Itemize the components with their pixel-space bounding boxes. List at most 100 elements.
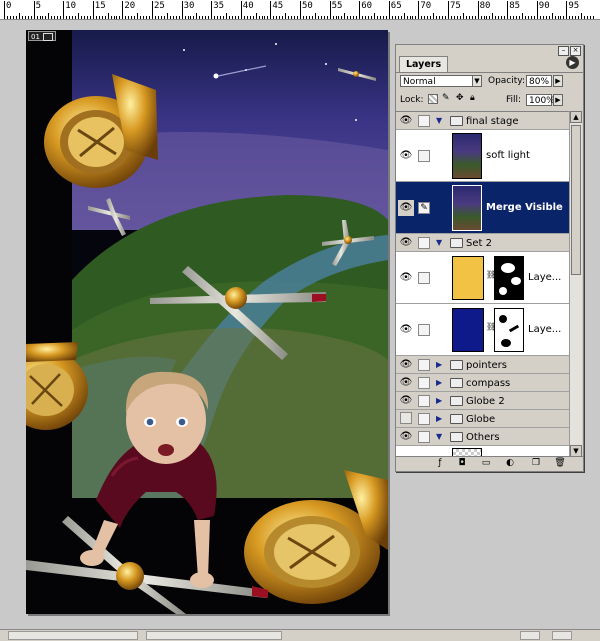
new-layer-icon[interactable]: ❐ bbox=[530, 458, 542, 469]
new-set-icon[interactable]: ▭ bbox=[480, 458, 492, 469]
ruler-tick bbox=[371, 16, 373, 19]
layer-set-final-stage[interactable]: 👁︎ ▼ final stage bbox=[396, 112, 569, 130]
expand-triangle-right-icon[interactable]: ▶ bbox=[436, 378, 442, 387]
layer-set-globe[interactable]: ▶ Globe bbox=[396, 410, 569, 428]
scrollbar-thumb[interactable] bbox=[571, 125, 581, 275]
ruler-tick bbox=[590, 16, 592, 19]
fill-slider-arrow-icon[interactable]: ▶ bbox=[553, 94, 563, 106]
ruler-tick bbox=[72, 16, 74, 19]
ruler-tick bbox=[305, 16, 307, 19]
horizontal-ruler[interactable]: 0 5 10 15 20 25 30 35 40 45 50 55 60 65 70 75 80 85 90 95 bbox=[0, 0, 600, 20]
expand-triangle-down-icon[interactable]: ▼ bbox=[436, 238, 442, 247]
ruler-tick bbox=[12, 16, 14, 19]
link-box[interactable] bbox=[418, 359, 430, 371]
ruler-tick bbox=[498, 16, 500, 19]
ruler-label: 0 bbox=[6, 1, 12, 11]
ruler-tick bbox=[465, 16, 467, 19]
lock-brush-icon[interactable]: ✎ bbox=[442, 93, 450, 103]
layer-merge-visible[interactable]: 👁︎ ✎ Merge Visible bbox=[396, 182, 569, 234]
lock-all-icon[interactable]: 🔒︎ bbox=[470, 93, 475, 103]
ruler-tick bbox=[542, 16, 544, 19]
trash-icon[interactable]: 🗑︎ bbox=[554, 458, 566, 469]
scroll-up-icon[interactable]: ▲ bbox=[570, 111, 582, 123]
ruler-tick bbox=[504, 16, 506, 19]
visibility-eye-icon[interactable]: 👁︎ bbox=[398, 429, 414, 445]
brush-icon[interactable]: ✎ bbox=[418, 202, 430, 214]
layer-list-scrollbar[interactable]: ▲ ▼ bbox=[569, 111, 582, 457]
link-box[interactable] bbox=[418, 395, 430, 407]
visibility-eye-icon[interactable]: 👁︎ bbox=[398, 375, 414, 391]
ruler-tick bbox=[468, 16, 470, 19]
layer-adjustment-yellow[interactable]: 👁︎ ⛓︎ Laye... bbox=[396, 252, 569, 304]
layer-set-set-2[interactable]: 👁︎ ▼ Set 2 bbox=[396, 234, 569, 252]
new-adjustment-layer-icon[interactable]: ◐ bbox=[504, 458, 516, 469]
expand-triangle-down-icon[interactable]: ▼ bbox=[436, 116, 442, 125]
lock-move-icon[interactable]: ✥ bbox=[456, 93, 464, 103]
fill-field[interactable]: 100% bbox=[526, 94, 555, 106]
ruler-tick bbox=[211, 1, 213, 19]
blend-mode-select[interactable]: Normal bbox=[400, 75, 474, 87]
ruler-label: 10 bbox=[65, 1, 77, 11]
expand-triangle-right-icon[interactable]: ▶ bbox=[436, 414, 442, 423]
add-mask-icon[interactable]: ◘ bbox=[456, 458, 468, 469]
ruler-tick bbox=[486, 16, 488, 19]
layer-set-others[interactable]: 👁︎ ▼ Others bbox=[396, 428, 569, 446]
layer-name: pointers bbox=[466, 360, 507, 371]
visibility-eye-icon[interactable]: 👁︎ bbox=[398, 200, 414, 216]
ruler-label: 70 bbox=[420, 1, 432, 11]
link-box[interactable] bbox=[418, 431, 430, 443]
status-segment bbox=[552, 631, 572, 640]
ruler-tick bbox=[439, 16, 441, 19]
link-box[interactable] bbox=[418, 377, 430, 389]
ruler-tick bbox=[519, 16, 521, 19]
folder-icon bbox=[450, 116, 463, 126]
visibility-eye-icon[interactable]: 👁︎ bbox=[398, 357, 414, 373]
layer-adjustment-blue[interactable]: 👁︎ ⛓︎ Laye... bbox=[396, 304, 569, 356]
tab-layers[interactable]: Layers bbox=[399, 56, 449, 72]
document-canvas[interactable] bbox=[26, 30, 388, 614]
layer-set-pointers[interactable]: 👁︎ ▶ pointers bbox=[396, 356, 569, 374]
ruler-tick bbox=[403, 13, 405, 19]
ruler-label: 35 bbox=[213, 1, 225, 11]
visibility-eye-icon[interactable]: 👁︎ bbox=[398, 148, 414, 164]
visibility-eye-icon[interactable]: 👁︎ bbox=[398, 235, 414, 251]
expand-triangle-down-icon[interactable]: ▼ bbox=[436, 432, 442, 441]
link-box[interactable] bbox=[418, 237, 430, 249]
expand-triangle-right-icon[interactable]: ▶ bbox=[436, 396, 442, 405]
layer-list[interactable]: 👁︎ ▼ final stage 👁︎ soft light 👁︎ ✎ Merg… bbox=[396, 111, 569, 458]
opacity-field[interactable]: 80% bbox=[526, 75, 552, 87]
layer-style-icon[interactable]: ƒ bbox=[434, 458, 446, 469]
lock-transparency-icon[interactable] bbox=[428, 94, 438, 104]
ruler-tick bbox=[474, 16, 476, 19]
visibility-eye-icon[interactable]: 👁︎ bbox=[398, 322, 414, 338]
link-box[interactable] bbox=[418, 150, 430, 162]
ruler-tick bbox=[394, 16, 396, 19]
ruler-tick bbox=[243, 16, 245, 19]
ruler-tick bbox=[445, 16, 447, 19]
document-badge[interactable]: 01 bbox=[28, 31, 56, 41]
ruler-tick bbox=[270, 1, 272, 19]
expand-triangle-right-icon[interactable]: ▶ bbox=[436, 360, 442, 369]
palette-titlebar[interactable]: – × bbox=[396, 45, 583, 56]
link-box[interactable] bbox=[418, 413, 430, 425]
ruler-tick bbox=[480, 16, 482, 19]
link-box[interactable] bbox=[418, 324, 430, 336]
visibility-eye-icon[interactable]: 👁︎ bbox=[398, 113, 414, 129]
layers-palette[interactable]: – × Layers ▶ Normal ▼ Opacity: 80% ▶ Loc… bbox=[395, 44, 584, 472]
palette-bottom-toolbar: ƒ ◘ ▭ ◐ ❐ 🗑︎ bbox=[396, 456, 583, 471]
layer-set-compass[interactable]: 👁︎ ▶ compass bbox=[396, 374, 569, 392]
ruler-tick bbox=[223, 16, 225, 19]
layer-soft-light[interactable]: 👁︎ soft light bbox=[396, 130, 569, 182]
palette-menu-arrow-icon[interactable]: ▶ bbox=[566, 56, 579, 69]
link-box[interactable] bbox=[418, 272, 430, 284]
layer-name: Set 2 bbox=[466, 238, 492, 249]
visibility-eye-icon[interactable]: 👁︎ bbox=[398, 270, 414, 286]
visibility-eye-icon[interactable]: 👁︎ bbox=[398, 393, 414, 409]
blend-mode-dropdown-icon[interactable]: ▼ bbox=[472, 75, 482, 87]
link-box[interactable] bbox=[418, 115, 430, 127]
ruler-tick bbox=[418, 1, 420, 19]
visibility-toggle-off[interactable] bbox=[400, 412, 412, 424]
opacity-slider-arrow-icon[interactable]: ▶ bbox=[553, 75, 563, 87]
ruler-tick bbox=[24, 16, 26, 19]
layer-set-globe-2[interactable]: 👁︎ ▶ Globe 2 bbox=[396, 392, 569, 410]
